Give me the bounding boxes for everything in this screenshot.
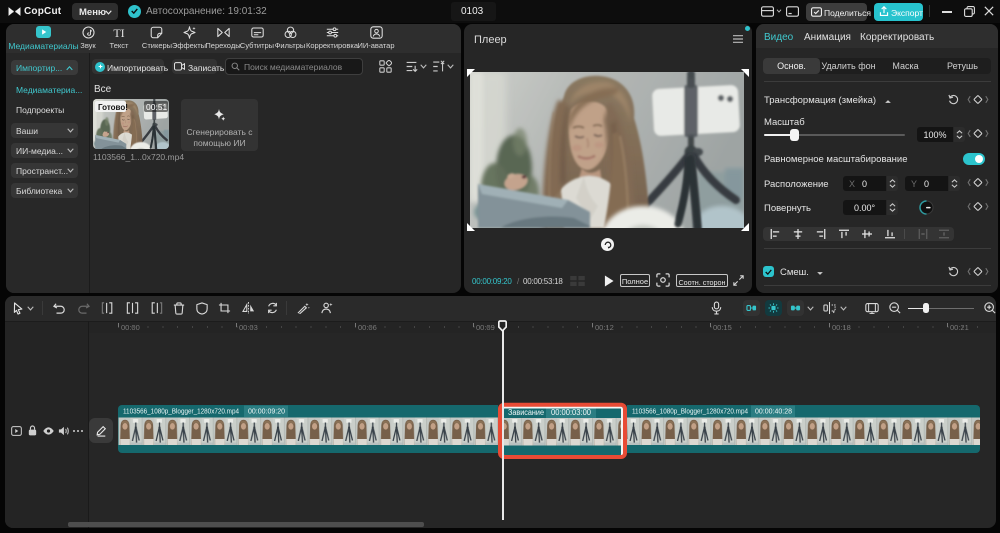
svg-text:00:00:09:20: 00:00:09:20 bbox=[248, 407, 285, 416]
svg-text:1103566_1080p_Blogger_1280x720: 1103566_1080p_Blogger_1280x720.mp4 bbox=[123, 407, 239, 416]
svg-text:1103566_1080p_Blogger_1280x720: 1103566_1080p_Blogger_1280x720.mp4 bbox=[632, 407, 748, 416]
svg-text:00:00:40:28: 00:00:40:28 bbox=[755, 407, 792, 416]
svg-text:Зависание: Зависание bbox=[508, 408, 544, 417]
svg-text:00:00:03:00: 00:00:03:00 bbox=[551, 408, 592, 417]
